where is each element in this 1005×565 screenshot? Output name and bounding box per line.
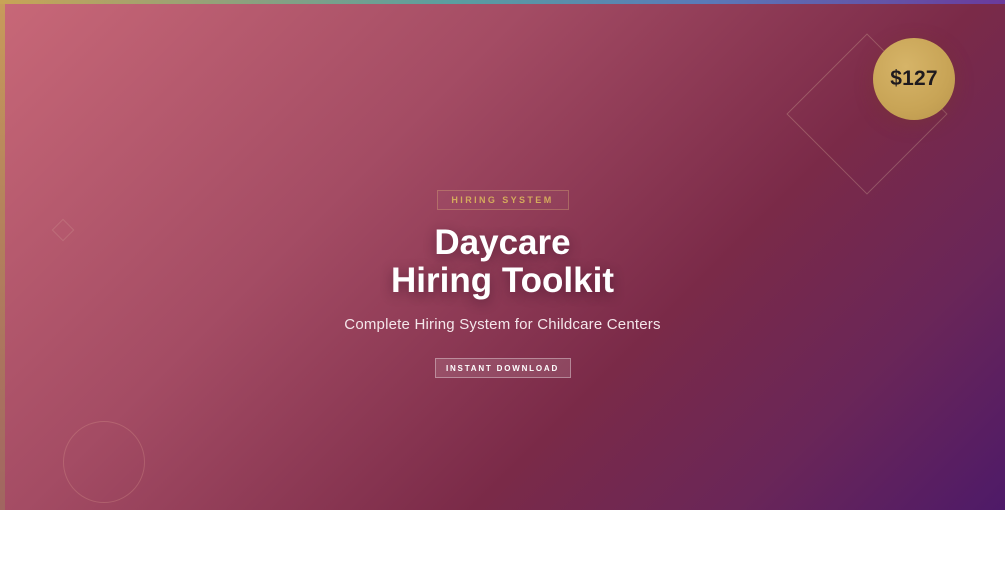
page-blank-area — [0, 510, 1005, 565]
hero-banner: $127 HIRING SYSTEM Daycare Hiring Toolki… — [0, 0, 1005, 510]
product-title: Daycare Hiring Toolkit — [391, 224, 614, 300]
instant-download-button[interactable]: INSTANT DOWNLOAD — [434, 358, 571, 378]
product-title-line-1: Daycare — [434, 223, 571, 262]
product-title-line-2: Hiring Toolkit — [391, 261, 614, 300]
product-subtitle: Complete Hiring System for Childcare Cen… — [344, 316, 661, 333]
hero-content: HIRING SYSTEM Daycare Hiring Toolkit Com… — [0, 0, 1005, 510]
category-tag: HIRING SYSTEM — [436, 190, 569, 210]
